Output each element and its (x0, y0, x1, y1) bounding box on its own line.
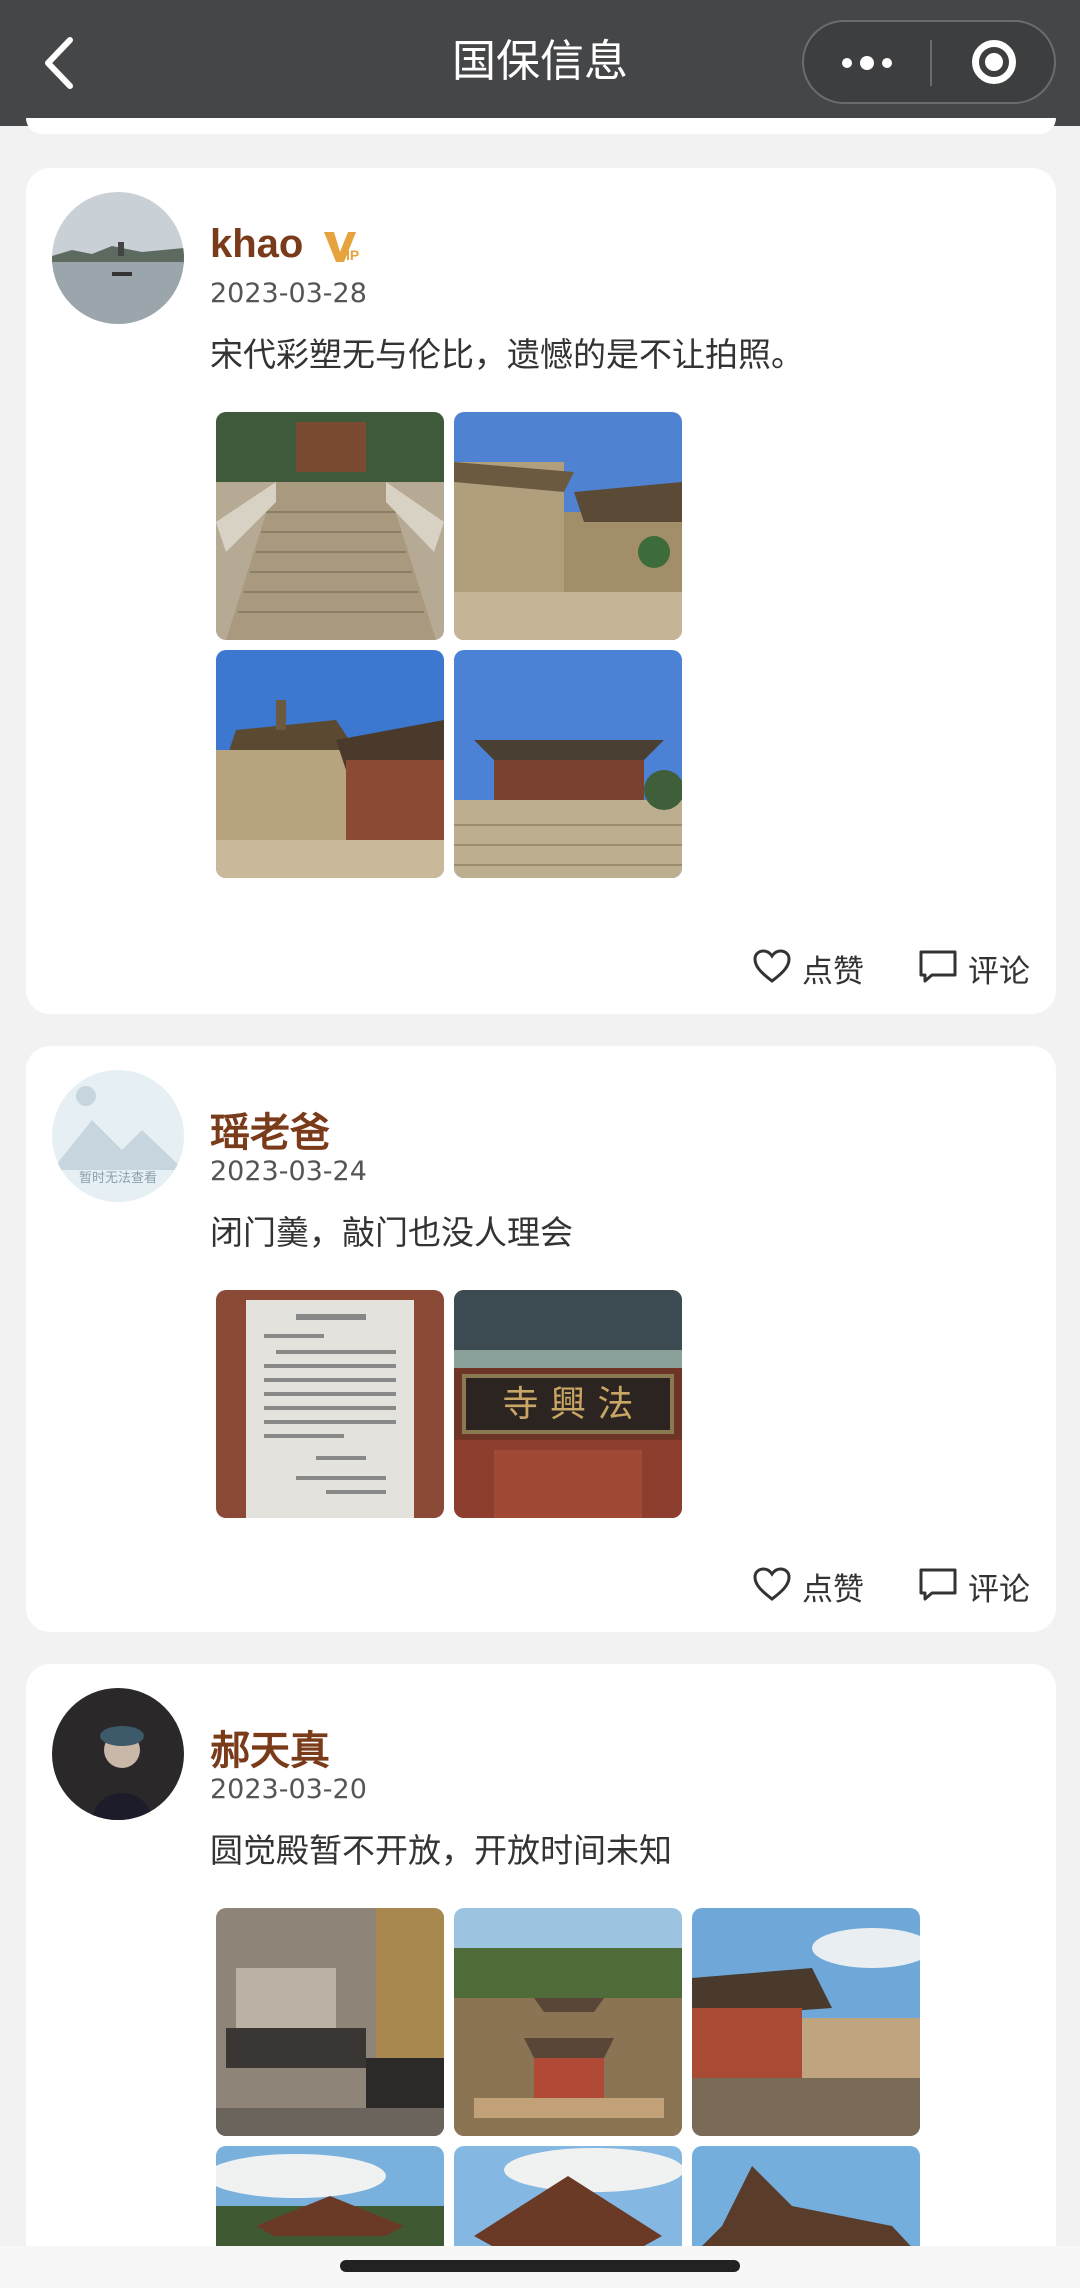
post-date: 2023-03-20 (210, 1774, 367, 1805)
post-username[interactable]: khao (210, 222, 303, 267)
comment-label: 评论 (968, 954, 1030, 990)
post-username[interactable]: 瑶老爸 (210, 1100, 330, 1158)
post-card: khao IP 2023-03-28 宋代彩塑无与伦比，遗憾的是不让拍照。 点赞… (26, 168, 1056, 1014)
more-dots-icon (842, 58, 852, 68)
mini-program-capsule (802, 20, 1056, 104)
post-photo[interactable] (454, 650, 682, 878)
target-circle-core (985, 53, 1003, 71)
post-username[interactable]: 郝天真 (210, 1718, 330, 1776)
chevron-left-icon (45, 37, 73, 89)
more-menu-button[interactable] (804, 22, 930, 102)
close-miniprogram-button[interactable] (932, 22, 1054, 102)
back-button[interactable] (40, 34, 80, 92)
avatar[interactable] (52, 1688, 184, 1820)
post-content: 圆觉殿暂不开放，开放时间未知 (210, 1831, 672, 1870)
post-date: 2023-03-24 (210, 1156, 367, 1187)
comment-button[interactable]: 评论 (918, 942, 1048, 992)
comment-button[interactable]: 评论 (918, 1560, 1048, 1610)
like-button[interactable]: 点赞 (752, 942, 882, 992)
like-button[interactable]: 点赞 (752, 1560, 882, 1610)
avatar[interactable]: 暂时无法查看 (52, 1070, 184, 1202)
post-photo[interactable] (216, 412, 444, 640)
navigation-bar: 国保信息 (0, 0, 1080, 126)
post-photo[interactable] (692, 1908, 920, 2136)
post-photo[interactable] (216, 1290, 444, 1518)
home-indicator[interactable] (340, 2260, 740, 2272)
vip-badge-icon: IP (324, 232, 359, 263)
svg-text:IP: IP (346, 247, 359, 263)
post-card: 暂时无法查看 瑶老爸 2023-03-24 闭门羹，敲门也没人理会 寺 興 法 … (26, 1046, 1056, 1632)
post-photo[interactable] (454, 412, 682, 640)
svg-text:寺 興 法: 寺 興 法 (503, 1384, 634, 1425)
post-content: 宋代彩塑无与伦比，遗憾的是不让拍照。 (210, 335, 804, 374)
comment-icon (919, 950, 957, 983)
post-photo[interactable] (216, 650, 444, 878)
post-card: 郝天真 2023-03-20 圆觉殿暂不开放，开放时间未知 (26, 1664, 1056, 2288)
post-photo[interactable] (454, 1908, 682, 2136)
avatar-placeholder-text: 暂时无法查看 (79, 1170, 157, 1186)
more-dots-icon-right (882, 58, 892, 68)
heart-icon (753, 949, 791, 983)
post-photo[interactable]: 寺 興 法 (454, 1290, 682, 1518)
like-label: 点赞 (802, 1572, 864, 1608)
previous-card-edge (26, 118, 1056, 134)
more-dots-icon-center (860, 56, 874, 70)
heart-icon (753, 1567, 791, 1601)
post-date: 2023-03-28 (210, 278, 367, 309)
avatar[interactable] (52, 192, 184, 324)
like-label: 点赞 (802, 954, 864, 990)
comment-label: 评论 (968, 1572, 1030, 1608)
post-photo[interactable] (216, 1908, 444, 2136)
comment-icon (919, 1568, 957, 1601)
post-content: 闭门羹，敲门也没人理会 (210, 1213, 573, 1252)
